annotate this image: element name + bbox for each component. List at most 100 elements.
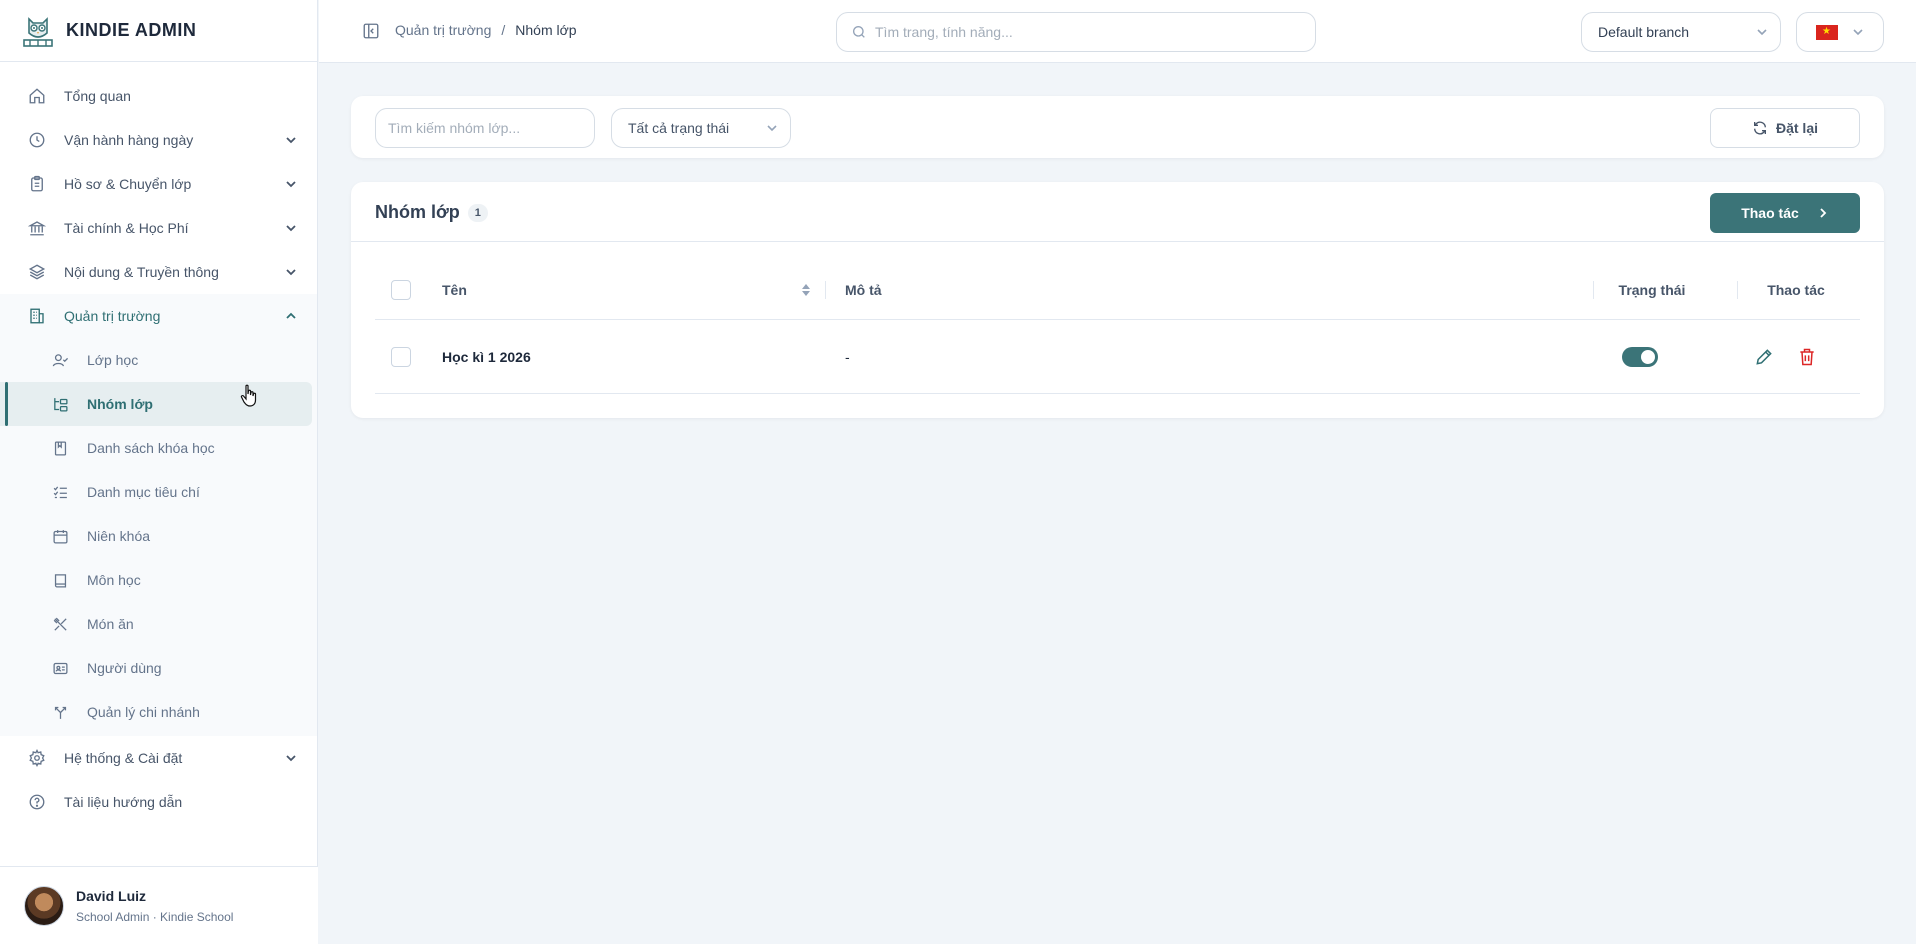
sidebar-toggle-icon[interactable] (362, 22, 380, 40)
sidebar-item-label: Môn học (87, 572, 141, 588)
sidebar-item-meals[interactable]: Món ăn (0, 602, 312, 646)
sidebar: KINDIE ADMIN Tổng quan Vận hành hàng ngà… (0, 0, 318, 944)
sidebar-item-criteria[interactable]: Danh mục tiêu chí (0, 470, 312, 514)
sidebar-item-content[interactable]: Nội dung & Truyền thông (0, 250, 317, 294)
sidebar-item-finance[interactable]: Tài chính & Học Phí (0, 206, 317, 250)
bank-icon (28, 221, 46, 236)
sidebar-item-records[interactable]: Hồ sơ & Chuyển lớp (0, 162, 317, 206)
user-check-icon (52, 353, 69, 366)
sidebar-item-users[interactable]: Người dùng (0, 646, 312, 690)
home-icon (29, 88, 45, 104)
sidebar-item-label: Quản lý chi nhánh (87, 704, 200, 720)
column-divider (825, 280, 826, 299)
table-title-text: Nhóm lớp (375, 202, 460, 222)
layers-icon (28, 264, 46, 280)
branch-select-value: Default branch (1598, 24, 1690, 40)
sidebar-item-subjects[interactable]: Môn học (0, 558, 312, 602)
chevron-down-icon (286, 755, 296, 762)
status-toggle[interactable] (1622, 346, 1658, 367)
reset-button[interactable]: Đặt lại (1710, 108, 1860, 148)
chevron-down-icon (286, 225, 296, 232)
sidebar-item-label: Vận hành hàng ngày (64, 132, 194, 148)
trash-icon[interactable] (1797, 347, 1817, 367)
user-role: School Admin · Kindie School (76, 909, 234, 924)
chevron-down-icon (286, 269, 296, 276)
sidebar-item-label: Nhóm lớp (87, 396, 153, 412)
owl-logo-icon (23, 16, 53, 47)
breadcrumb-parent[interactable]: Quản trị trường (395, 22, 491, 38)
sidebar-item-courses[interactable]: Danh sách khóa học (0, 426, 312, 470)
brand[interactable]: KINDIE ADMIN (0, 0, 317, 62)
group-tree-icon (54, 397, 68, 412)
sidebar-item-label: Lớp học (87, 352, 139, 368)
sidebar-item-label: Món ăn (87, 616, 134, 632)
chevron-up-icon (286, 312, 296, 319)
chevron-down-icon (1757, 29, 1767, 36)
count-badge: 1 (467, 203, 488, 222)
language-select[interactable]: ★ (1796, 12, 1884, 52)
branch-select[interactable]: Default branch (1581, 12, 1781, 52)
hand-pointer-cursor-icon (240, 384, 257, 407)
class-group-search-input[interactable] (375, 108, 595, 148)
brand-title: KINDIE ADMIN (66, 20, 197, 40)
id-card-icon (53, 662, 68, 674)
sidebar-item-classes[interactable]: Lớp học (0, 338, 312, 382)
actions-button[interactable]: Thao tác (1710, 193, 1860, 233)
sidebar-item-label: Người dùng (87, 660, 162, 676)
calendar-icon (53, 529, 68, 544)
column-divider (1737, 280, 1738, 299)
global-search-input[interactable] (875, 24, 1295, 40)
edit-pencil-icon[interactable] (1754, 347, 1774, 367)
breadcrumb-current: Nhóm lớp (515, 22, 577, 38)
row-description: - (845, 348, 850, 365)
sidebar-item-overview[interactable]: Tổng quan (0, 74, 317, 118)
status-filter-select[interactable]: Tất cả trạng thái (611, 108, 791, 148)
row-name: Học kì 1 2026 (442, 348, 531, 365)
global-search[interactable] (836, 12, 1316, 52)
chevron-down-icon (286, 181, 296, 188)
checklist-icon (53, 485, 67, 498)
chevron-down-icon (286, 137, 296, 144)
sidebar-item-label: Hồ sơ & Chuyển lớp (64, 176, 192, 192)
sidebar-item-class-groups[interactable]: Nhóm lớp (0, 382, 312, 426)
avatar (24, 885, 64, 926)
sidebar-item-settings[interactable]: Hệ thống & Cài đặt (0, 736, 317, 780)
book-icon (54, 573, 67, 588)
actions-button-label: Thao tác (1741, 205, 1799, 221)
column-header-status: Trạng thái (1618, 281, 1686, 298)
status-filter-value: Tất cả trạng thái (628, 120, 730, 136)
sidebar-item-docs[interactable]: Tài liệu hướng dẫn (0, 780, 317, 824)
column-header-name[interactable]: Tên (442, 282, 467, 298)
sidebar-item-label: Niên khóa (87, 528, 151, 544)
row-checkbox[interactable] (391, 346, 411, 367)
search-icon (853, 26, 865, 38)
sidebar-nav: Tổng quan Vận hành hàng ngày Hồ sơ & Chu… (0, 62, 317, 824)
table-card-header: Nhóm lớp 1 Thao tác (351, 182, 1884, 242)
sidebar-subnav-school-admin: Lớp học Nhóm lớp Danh sách khóa học Danh… (0, 338, 317, 736)
sidebar-item-label: Tài liệu hướng dẫn (64, 794, 183, 810)
user-profile[interactable]: David Luiz School Admin · Kindie School (0, 866, 318, 944)
select-all-checkbox[interactable] (391, 279, 411, 300)
sidebar-item-school-years[interactable]: Niên khóa (0, 514, 312, 558)
sort-icon[interactable] (801, 282, 811, 298)
breadcrumb-separator: / (501, 22, 506, 38)
reset-button-label: Đặt lại (1775, 120, 1818, 136)
sidebar-item-branches[interactable]: Quản lý chi nhánh (0, 690, 312, 734)
column-header-description: Mô tả (845, 281, 882, 298)
sidebar-item-school-admin[interactable]: Quản trị trường (0, 294, 317, 338)
sidebar-item-daily-ops[interactable]: Vận hành hàng ngày (0, 118, 317, 162)
sidebar-item-label: Danh sách khóa học (87, 440, 215, 456)
chevron-right-icon (1820, 208, 1827, 218)
topbar: Quản trị trường / Nhóm lớp Default branc… (319, 0, 1916, 63)
sidebar-item-label: Danh mục tiêu chí (87, 484, 200, 500)
chevron-down-icon (767, 125, 777, 132)
chevron-down-icon (1853, 29, 1863, 36)
sidebar-item-label: Nội dung & Truyền thông (64, 264, 219, 280)
table-row[interactable]: Học kì 1 2026 - (375, 320, 1860, 394)
building-icon (30, 308, 44, 324)
table-header-row: Tên Mô tả Trạng thái Thao tác (375, 242, 1860, 320)
sidebar-item-label: Tổng quan (64, 88, 131, 104)
user-name: David Luiz (76, 887, 147, 904)
gear-icon (29, 749, 45, 767)
book-bookmark-icon (54, 440, 67, 456)
